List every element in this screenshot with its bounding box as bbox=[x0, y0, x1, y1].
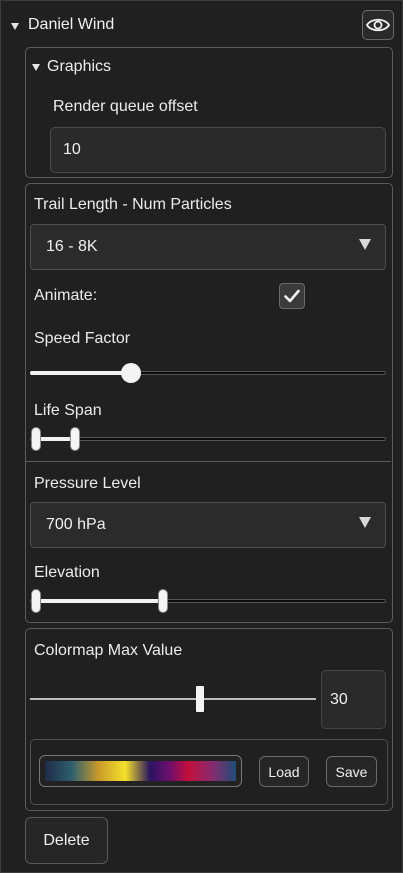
colormap-gradient-preview bbox=[45, 761, 236, 781]
visibility-toggle-button[interactable] bbox=[362, 10, 394, 40]
chevron-down-icon bbox=[359, 239, 371, 250]
checkmark-icon bbox=[284, 289, 300, 303]
speed-factor-slider[interactable] bbox=[30, 363, 386, 383]
delete-button-label: Delete bbox=[43, 831, 90, 849]
elevation-max-handle[interactable] bbox=[158, 589, 168, 613]
colormap-max-slider[interactable] bbox=[30, 686, 316, 712]
life-span-label: Life Span bbox=[34, 402, 102, 419]
pressure-level-value: 700 hPa bbox=[46, 516, 106, 533]
elevation-fill bbox=[36, 599, 164, 603]
save-button-label: Save bbox=[335, 763, 368, 780]
life-span-max-handle[interactable] bbox=[70, 427, 80, 451]
life-span-range-slider[interactable] bbox=[30, 426, 386, 452]
animate-label: Animate: bbox=[34, 287, 98, 304]
speed-factor-handle[interactable] bbox=[121, 363, 141, 383]
trail-length-select[interactable]: 16 - 8K bbox=[30, 224, 386, 270]
render-queue-offset-value: 10 bbox=[63, 141, 81, 158]
render-queue-offset-input[interactable]: 10 bbox=[50, 127, 386, 173]
eye-icon bbox=[366, 18, 390, 32]
section-divider bbox=[26, 461, 391, 462]
trail-length-label: Trail Length - Num Particles bbox=[34, 196, 232, 213]
graphics-collapse-icon[interactable] bbox=[32, 64, 40, 71]
load-button-label: Load bbox=[268, 763, 300, 780]
elevation-min-handle[interactable] bbox=[31, 589, 41, 613]
life-span-min-handle[interactable] bbox=[31, 427, 41, 451]
load-colormap-button[interactable]: Load bbox=[259, 756, 309, 787]
save-colormap-button[interactable]: Save bbox=[326, 756, 377, 787]
chevron-down-icon bbox=[359, 517, 371, 528]
layer-title: Daniel Wind bbox=[28, 16, 115, 33]
pressure-level-select[interactable]: 700 hPa bbox=[30, 502, 386, 548]
graphics-title: Graphics bbox=[47, 58, 112, 75]
animate-checkbox[interactable] bbox=[279, 283, 305, 309]
colormap-max-value: 30 bbox=[330, 690, 348, 708]
pressure-level-label: Pressure Level bbox=[34, 475, 141, 492]
speed-factor-fill bbox=[30, 371, 131, 375]
colormap-max-label: Colormap Max Value bbox=[34, 642, 183, 659]
elevation-range-slider[interactable] bbox=[30, 588, 386, 614]
colormap-gradient-button[interactable] bbox=[39, 755, 242, 787]
colormap-max-handle[interactable] bbox=[196, 686, 204, 712]
life-span-track bbox=[30, 437, 386, 441]
speed-factor-label: Speed Factor bbox=[34, 330, 131, 347]
colormap-max-track bbox=[30, 698, 316, 700]
render-queue-offset-label: Render queue offset bbox=[53, 98, 198, 115]
delete-layer-button[interactable]: Delete bbox=[25, 817, 108, 864]
collapse-arrow-icon[interactable] bbox=[11, 23, 19, 30]
trail-length-value: 16 - 8K bbox=[46, 238, 98, 255]
elevation-label: Elevation bbox=[34, 564, 100, 581]
colormap-max-input[interactable]: 30 bbox=[321, 670, 386, 729]
